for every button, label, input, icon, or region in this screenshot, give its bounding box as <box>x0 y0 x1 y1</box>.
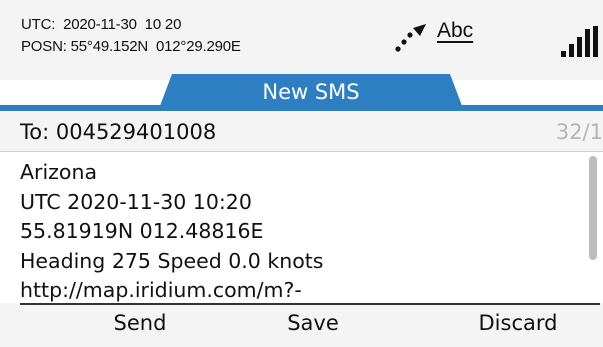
message-text[interactable]: Arizona UTC 2020-11-30 10:20 55.81919N 0… <box>20 158 324 306</box>
position-text: POSN: 55°49.152N 012°29.290E <box>21 38 241 55</box>
message-body[interactable]: Arizona UTC 2020-11-30 10:20 55.81919N 0… <box>0 151 603 304</box>
softkey-bar: Send Save Discard <box>0 303 603 347</box>
recipient-row[interactable]: To: 004529401008 32/1 <box>0 111 603 151</box>
send-button[interactable]: Send <box>70 311 210 335</box>
scrollbar-thumb[interactable] <box>589 156 597 260</box>
screen-title: New SMS <box>262 80 360 104</box>
status-bar: UTC: 2020-11-30 10 20 POSN: 55°49.152N 0… <box>0 0 603 80</box>
discard-button[interactable]: Discard <box>438 311 598 335</box>
input-mode-indicator: Abc <box>437 19 474 42</box>
signal-strength-icon <box>561 26 598 57</box>
utc-time-text: UTC: 2020-11-30 10 20 <box>21 16 182 33</box>
character-counter: 32/1 <box>555 120 603 144</box>
recipient-field[interactable]: To: 004529401008 <box>20 120 216 144</box>
softkey-divider <box>20 303 600 305</box>
sms-compose-screen: UTC: 2020-11-30 10 20 POSN: 55°49.152N 0… <box>0 0 603 347</box>
gps-fix-icon <box>395 24 426 52</box>
status-info: UTC: 2020-11-30 10 20 POSN: 55°49.152N 0… <box>21 14 241 58</box>
message-scrollbar[interactable] <box>589 156 597 300</box>
save-button[interactable]: Save <box>243 311 383 335</box>
